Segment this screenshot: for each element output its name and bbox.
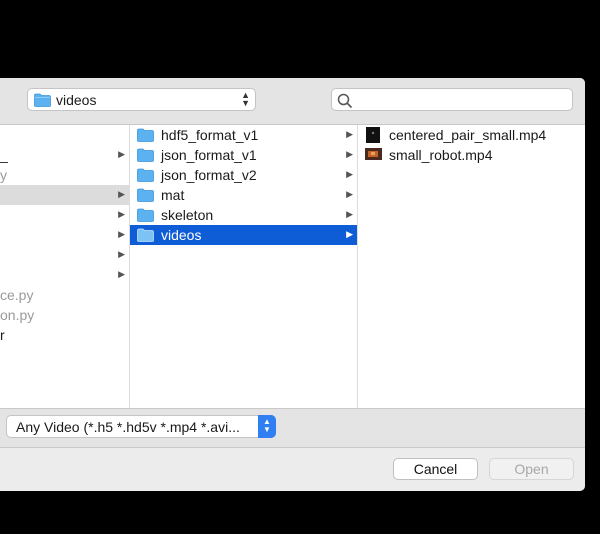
updown-chevron-icon: ▲ ▼ bbox=[241, 90, 250, 108]
chevron-right-icon: ▶ bbox=[346, 229, 353, 239]
location-dropdown[interactable]: videos ▲ ▼ bbox=[27, 88, 256, 111]
list-item[interactable]: ▶ bbox=[0, 265, 129, 285]
list-item[interactable]: ce.py bbox=[0, 285, 129, 305]
folder-icon bbox=[34, 93, 51, 110]
chevron-right-icon: ▶ bbox=[118, 229, 125, 239]
list-item[interactable]: ▶ bbox=[0, 205, 129, 225]
folder-row[interactable]: skeleton ▶ bbox=[130, 205, 357, 225]
video-thumbnail-icon bbox=[365, 127, 381, 143]
dialog-toolbar: videos ▲ ▼ bbox=[0, 78, 585, 125]
list-item[interactable]: on.py bbox=[0, 305, 129, 325]
folder-icon bbox=[137, 228, 154, 245]
folder-row[interactable]: hdf5_format_v1 ▶ bbox=[130, 125, 357, 145]
list-item[interactable]: y bbox=[0, 165, 129, 185]
chevron-right-icon: ▶ bbox=[346, 209, 353, 219]
list-item[interactable]: ▶ bbox=[0, 245, 129, 265]
chevron-right-icon: ▶ bbox=[346, 169, 353, 179]
chevron-right-icon: ▶ bbox=[346, 149, 353, 159]
search-input[interactable] bbox=[356, 90, 570, 110]
folder-icon bbox=[137, 188, 154, 205]
list-item-selected[interactable]: ▶ bbox=[0, 185, 129, 205]
file-row[interactable]: small_robot.mp4 bbox=[358, 145, 585, 165]
chevron-right-icon: ▶ bbox=[118, 189, 125, 199]
chevron-right-icon: ▶ bbox=[346, 129, 353, 139]
folder-row[interactable]: json_format_v1 ▶ bbox=[130, 145, 357, 165]
updown-chevron-icon: ▲ ▼ bbox=[258, 415, 276, 438]
cancel-button[interactable]: Cancel bbox=[393, 458, 478, 480]
file-row[interactable]: centered_pair_small.mp4 bbox=[358, 125, 585, 145]
video-thumbnail-icon bbox=[365, 147, 382, 161]
folder-row-selected[interactable]: videos ▶ bbox=[130, 225, 357, 245]
search-icon bbox=[337, 93, 353, 109]
browser-column-1: _ ▶ y ▶ ▶ ▶ ▶ ▶ ce.py on.py r bbox=[0, 125, 130, 408]
browser-column-2: hdf5_format_v1 ▶ json_format_v1 ▶ json_f… bbox=[130, 125, 358, 408]
chevron-right-icon: ▶ bbox=[118, 149, 125, 159]
chevron-right-icon: ▶ bbox=[118, 209, 125, 219]
search-field[interactable] bbox=[331, 88, 573, 111]
folder-row[interactable]: mat ▶ bbox=[130, 185, 357, 205]
folder-icon bbox=[137, 208, 154, 225]
list-item[interactable]: _ ▶ bbox=[0, 145, 129, 165]
column-browser: _ ▶ y ▶ ▶ ▶ ▶ ▶ ce.py on.py r hdf5_forma… bbox=[0, 125, 585, 408]
folder-row[interactable]: json_format_v2 ▶ bbox=[130, 165, 357, 185]
folder-icon bbox=[137, 128, 154, 145]
file-type-bar: Any Video (*.h5 *.hd5v *.mp4 *.avi... ▲ ▼ bbox=[0, 408, 585, 448]
chevron-right-icon: ▶ bbox=[346, 189, 353, 199]
file-open-dialog: videos ▲ ▼ _ ▶ y ▶ ▶ ▶ ▶ ▶ ce.py on.py r… bbox=[0, 78, 585, 491]
location-label: videos bbox=[56, 92, 97, 108]
list-item[interactable]: r bbox=[0, 325, 129, 345]
file-type-label: Any Video (*.h5 *.hd5v *.mp4 *.avi... bbox=[16, 419, 240, 435]
browser-column-3: centered_pair_small.mp4 small_robot.mp4 bbox=[358, 125, 585, 408]
chevron-right-icon: ▶ bbox=[118, 249, 125, 259]
folder-icon bbox=[137, 148, 154, 165]
chevron-right-icon: ▶ bbox=[118, 269, 125, 279]
file-type-dropdown[interactable]: Any Video (*.h5 *.hd5v *.mp4 *.avi... ▲ ▼ bbox=[6, 415, 276, 438]
list-item[interactable]: ▶ bbox=[0, 225, 129, 245]
folder-icon bbox=[137, 168, 154, 185]
open-button[interactable]: Open bbox=[489, 458, 574, 480]
